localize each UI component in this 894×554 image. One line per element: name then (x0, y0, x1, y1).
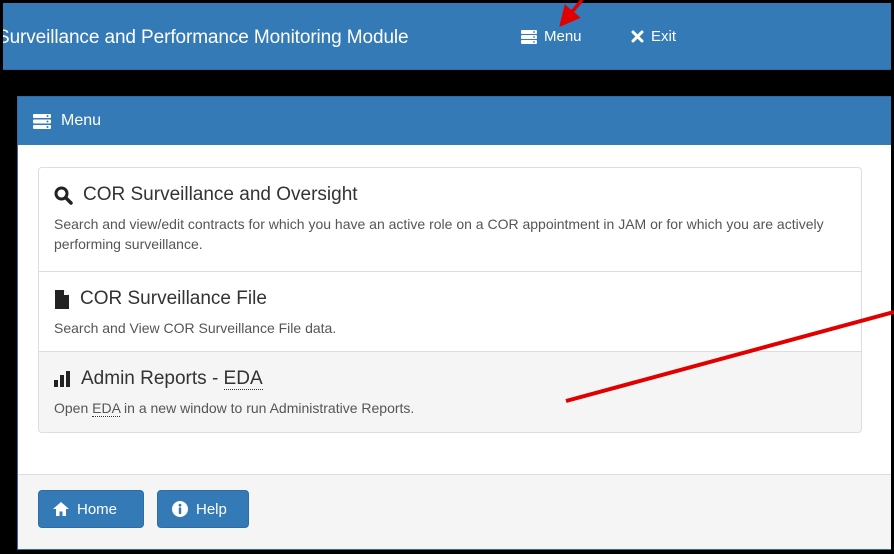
menu-item-title: Admin Reports - EDA (81, 368, 263, 390)
menu-item-title: COR Surveillance and Oversight (83, 184, 358, 205)
desc-suffix: in a new window to run Administrative Re… (120, 400, 415, 416)
eda-abbreviation: EDA (223, 368, 263, 390)
app-title: Surveillance and Performance Monitoring … (0, 27, 409, 48)
nav-menu-link[interactable]: Menu (521, 28, 582, 45)
panel-heading-label: Menu (61, 112, 102, 129)
top-navbar: Surveillance and Performance Monitoring … (3, 3, 891, 70)
title-prefix: Admin Reports - (81, 368, 224, 389)
close-icon (631, 30, 644, 43)
bar-chart-icon (54, 371, 71, 387)
file-icon (54, 289, 70, 309)
window-band (3, 70, 891, 94)
eda-abbreviation: EDA (92, 400, 121, 417)
menu-item-admin-reports-eda[interactable]: Admin Reports - EDA Open EDA in a new wi… (39, 352, 861, 432)
home-button[interactable]: Home (38, 490, 144, 528)
server-menu-icon (33, 113, 51, 129)
home-button-label: Home (77, 500, 118, 518)
app-frame: Surveillance and Performance Monitoring … (0, 0, 894, 554)
panel-footer: Home Help (18, 474, 891, 549)
help-button-label: Help (196, 500, 227, 518)
menu-panel: Menu COR Surveillance and Oversight Sear… (17, 96, 891, 550)
nav-exit-link[interactable]: Exit (631, 28, 676, 45)
home-icon (53, 502, 69, 516)
menu-list: COR Surveillance and Oversight Search an… (38, 167, 862, 433)
menu-item-description: Search and view/edit contracts for which… (54, 216, 824, 252)
menu-item-description: Open EDA in a new window to run Administ… (54, 398, 847, 418)
menu-item-cor-surveillance-oversight[interactable]: COR Surveillance and Oversight Search an… (39, 168, 861, 272)
info-icon (172, 501, 188, 517)
panel-heading: Menu (18, 97, 891, 145)
nav-exit-label: Exit (651, 28, 677, 45)
menu-item-description: Search and View COR Surveillance File da… (54, 320, 337, 336)
search-icon (54, 186, 73, 205)
server-menu-icon (521, 29, 537, 44)
help-button[interactable]: Help (157, 490, 249, 528)
menu-item-cor-surveillance-file[interactable]: COR Surveillance File Search and View CO… (39, 272, 861, 352)
desc-prefix: Open (54, 400, 93, 416)
menu-item-title: COR Surveillance File (80, 288, 267, 309)
nav-menu-label: Menu (544, 28, 582, 45)
